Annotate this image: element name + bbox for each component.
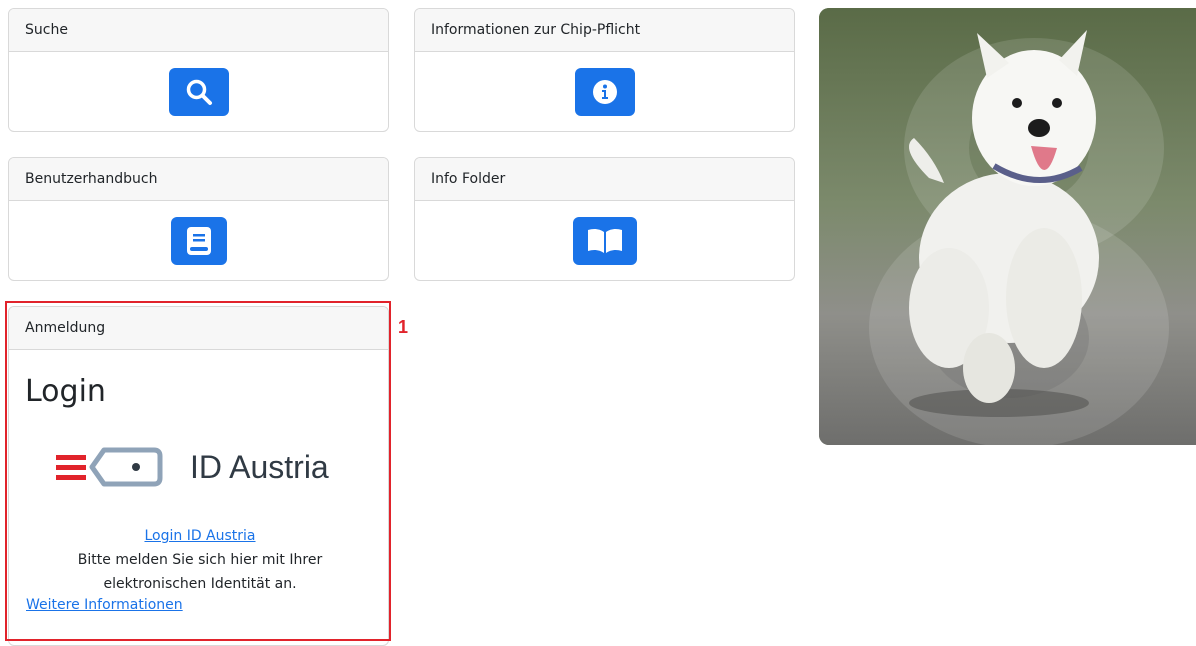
search-card-body bbox=[9, 52, 388, 131]
annotation-number: 1 bbox=[398, 317, 409, 337]
folder-card-body bbox=[415, 201, 794, 280]
annotation-highlight-box bbox=[5, 301, 391, 641]
search-button[interactable] bbox=[168, 68, 229, 116]
manual-card-header: Benutzerhandbuch bbox=[9, 158, 388, 201]
chip-info-button[interactable] bbox=[574, 68, 635, 116]
chip-info-card-body bbox=[415, 52, 794, 131]
manual-card-body bbox=[9, 201, 388, 280]
dog-photo-illustration bbox=[819, 8, 1196, 445]
folder-card-header: Info Folder bbox=[415, 158, 794, 201]
manual-button[interactable] bbox=[170, 217, 227, 265]
folder-card: Info Folder bbox=[414, 157, 795, 281]
folder-button[interactable] bbox=[572, 217, 637, 265]
book-icon bbox=[186, 227, 211, 255]
search-card: Suche bbox=[8, 8, 389, 132]
info-icon bbox=[592, 80, 617, 104]
open-book-icon bbox=[587, 228, 622, 253]
chip-info-card-header: Informationen zur Chip-Pflicht bbox=[415, 9, 794, 52]
search-icon bbox=[186, 79, 212, 105]
manual-card: Benutzerhandbuch bbox=[8, 157, 389, 281]
search-card-header: Suche bbox=[9, 9, 388, 52]
dog-photo bbox=[819, 8, 1196, 445]
chip-info-card: Informationen zur Chip-Pflicht bbox=[414, 8, 795, 132]
